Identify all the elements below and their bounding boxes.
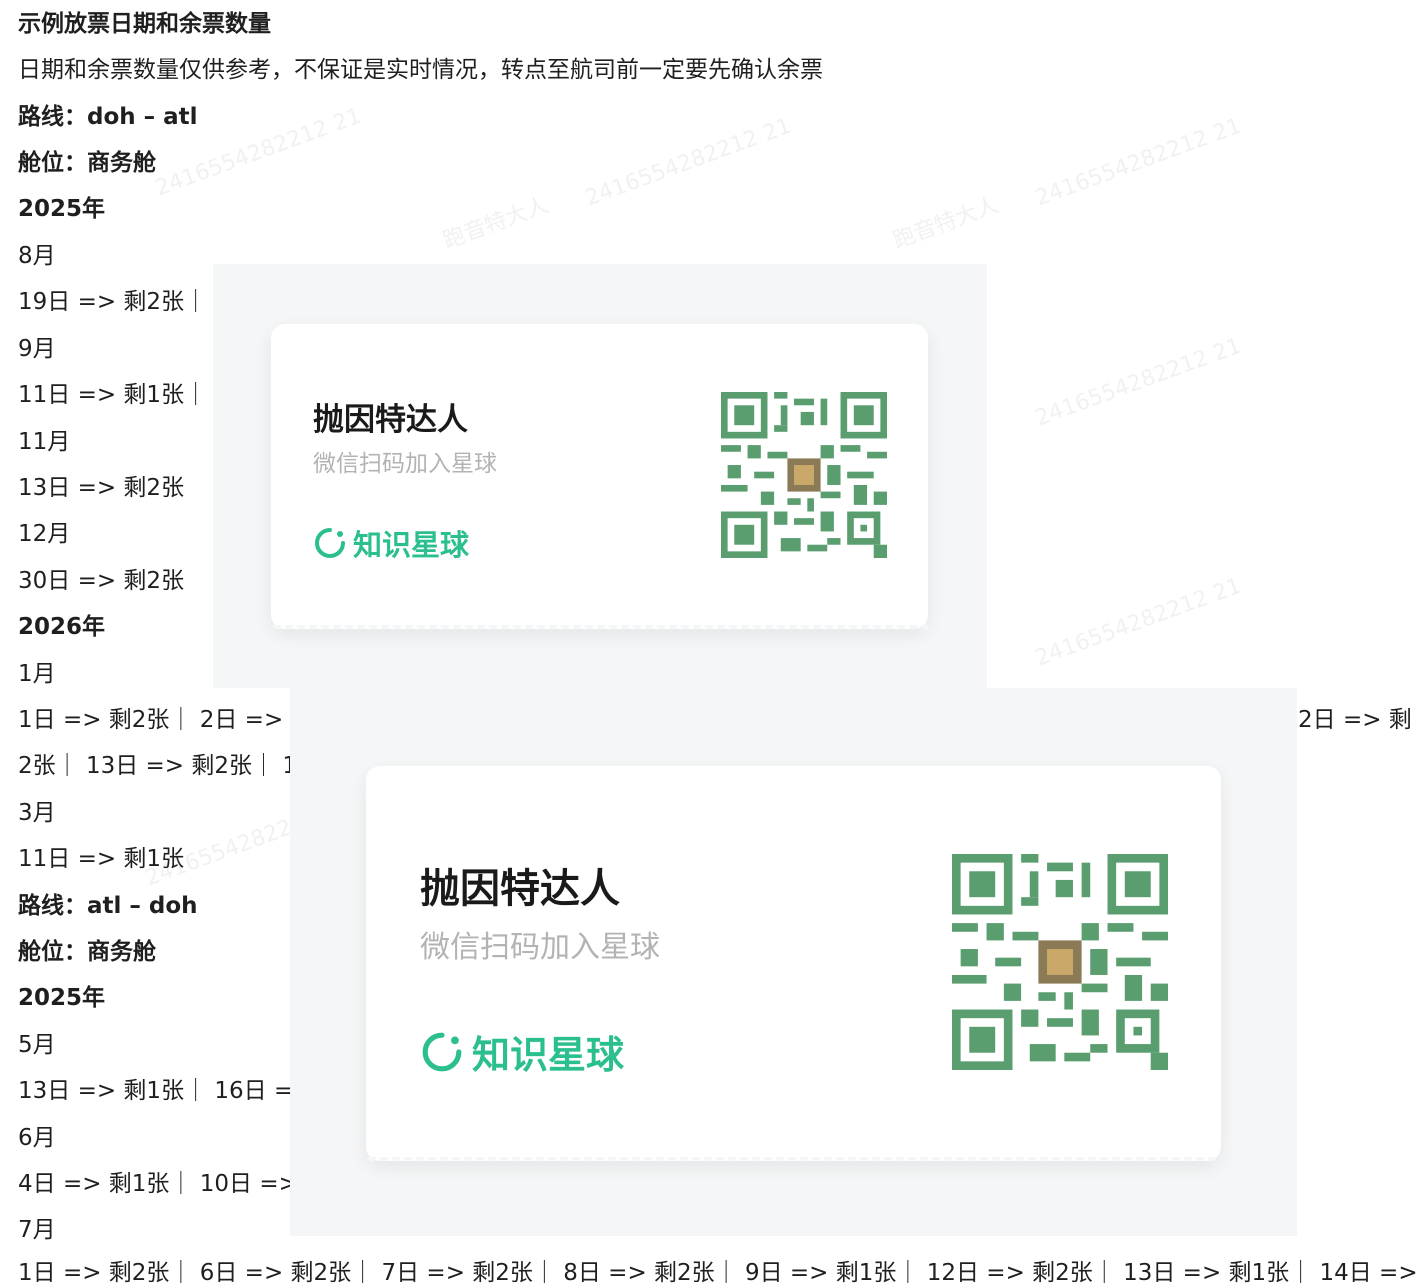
route-line: 路线：atl – doh: [18, 893, 198, 919]
doc-note: 日期和余票数量仅供参考，不保证是实时情况，转点至航司前一定要先确认余票: [18, 57, 823, 83]
brand-logo: 知识星球: [420, 1024, 624, 1079]
watermark: 2416554282212 21: [582, 113, 795, 212]
year-line: 2025年: [18, 985, 106, 1011]
dates-line: 19日 => 剩2张｜ 2: [18, 289, 230, 315]
watermark: 2416554282212 21: [1032, 113, 1245, 212]
year-line: 2025年: [18, 196, 106, 222]
dates-fragment-right: 2日 => 剩: [1298, 707, 1412, 733]
card-subtitle: 微信扫码加入星球: [420, 930, 660, 965]
dates-line: 1日 => 剩2张｜ 2日 => 剩: [18, 707, 314, 733]
brand-ring-icon: [315, 528, 345, 558]
dates-line: 11日 => 剩1张｜ 2: [18, 382, 230, 408]
month-line: 3月: [18, 800, 56, 826]
month-line: 11月: [18, 429, 71, 455]
ad-card[interactable]: 抛因特达人 微信扫码加入星球 知识星球: [366, 766, 1221, 1165]
watermark: 2416554282212 21: [1032, 573, 1245, 672]
ad-overlay: 抛因特达人 微信扫码加入星球 知识星球: [290, 688, 1297, 1236]
month-line: 1月: [18, 661, 56, 687]
card-name: 抛因特达人: [313, 402, 468, 438]
ad-overlay: 抛因特达人 微信扫码加入星球 知识星球: [213, 264, 987, 688]
watermark: 2416554282212 21: [1032, 333, 1245, 432]
dates-line: 30日 => 剩2张: [18, 568, 185, 594]
month-line: 12月: [18, 521, 71, 547]
watermark: 跑音特大人: [439, 192, 552, 254]
brand-ring-icon: [422, 1032, 462, 1071]
year-line: 2026年: [18, 614, 106, 640]
route-line: 路线：doh – atl: [18, 104, 198, 130]
brand-name: 知识星球: [472, 1033, 625, 1077]
month-line: 5月: [18, 1032, 56, 1058]
month-line: 7月: [18, 1217, 56, 1243]
card-edge: [366, 1157, 1221, 1165]
cabin-line: 舱位：商务舱: [18, 939, 156, 965]
dates-line: 13日 => 剩2张: [18, 475, 185, 501]
month-line: 8月: [18, 243, 56, 269]
document: 示例放票日期和余票数量 日期和余票数量仅供参考，不保证是实时情况，转点至航司前一…: [0, 0, 1421, 1286]
dates-line: 11日 => 剩1张: [18, 846, 185, 872]
dates-line: 2张｜ 13日 => 剩2张｜ 14: [18, 753, 312, 779]
dates-line: 13日 => 剩1张｜ 16日 =>: [18, 1078, 313, 1104]
card-name: 抛因特达人: [420, 866, 620, 912]
brand-logo: 知识星球: [313, 522, 469, 564]
qr-code-icon: [721, 392, 887, 558]
doc-title: 示例放票日期和余票数量: [18, 11, 271, 37]
card-edge: [271, 625, 928, 633]
brand-name: 知识星球: [353, 528, 470, 562]
card-subtitle: 微信扫码加入星球: [313, 451, 497, 477]
dates-line: 1日 => 剩2张｜ 6日 => 剩2张｜ 7日 => 剩2张｜ 8日 => 剩…: [18, 1260, 1421, 1286]
ad-card[interactable]: 抛因特达人 微信扫码加入星球 知识星球: [271, 324, 928, 633]
qr-code-icon: [952, 854, 1168, 1070]
month-line: 9月: [18, 336, 56, 362]
month-line: 6月: [18, 1125, 56, 1151]
dates-line: 4日 => 剩1张｜ 10日 =>: [18, 1171, 298, 1197]
watermark: 跑音特大人: [889, 192, 1002, 254]
cabin-line: 舱位：商务舱: [18, 150, 156, 176]
